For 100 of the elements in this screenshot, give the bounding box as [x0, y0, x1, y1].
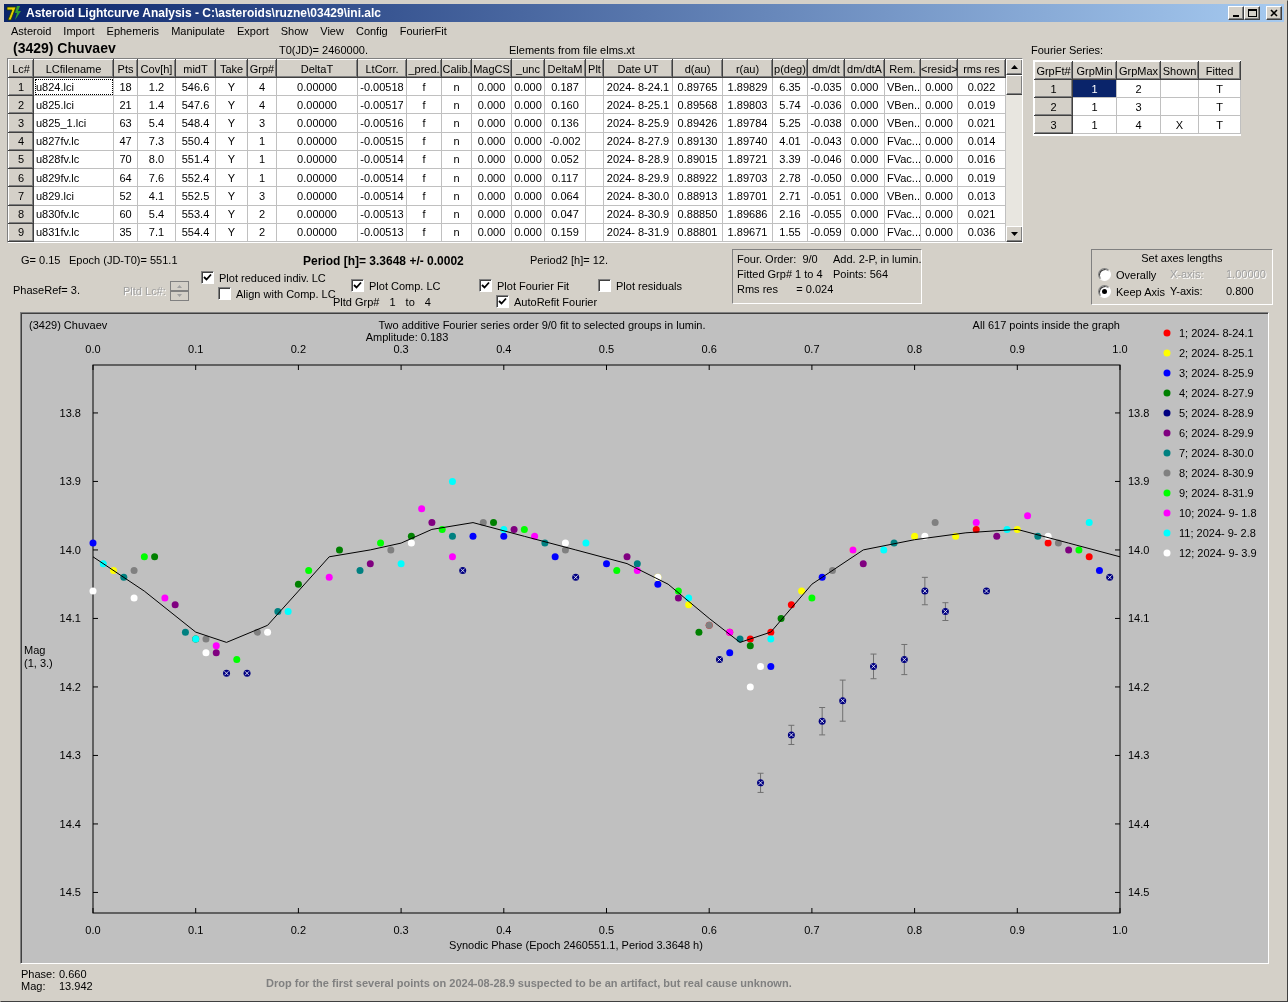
- data-point: [1024, 512, 1032, 520]
- scroll-down-icon[interactable]: [1011, 232, 1018, 236]
- column-header[interactable]: dm/dt: [807, 59, 845, 78]
- points-note: All 617 points inside the graph: [972, 319, 1120, 331]
- column-header[interactable]: _unc: [511, 59, 545, 78]
- data-point: [428, 519, 436, 527]
- menu-item[interactable]: Asteroid: [5, 25, 58, 37]
- menu-item[interactable]: Show: [274, 25, 315, 37]
- column-header[interactable]: p(deg): [772, 59, 808, 78]
- data-point: [1013, 525, 1021, 533]
- column-header[interactable]: Shown: [1160, 61, 1199, 80]
- period-value: Period [h]= 3.3648 +/- 0.0002: [303, 254, 465, 268]
- checkbox[interactable]: Plot residuals: [598, 279, 708, 292]
- column-header[interactable]: MagCS: [471, 59, 512, 78]
- legend-label: 10; 2024- 9- 1.8: [1179, 506, 1257, 519]
- column-header[interactable]: Rem.: [884, 59, 921, 78]
- legend-label: 8; 2024- 8-30.9: [1179, 466, 1254, 479]
- data-point: [510, 525, 518, 533]
- amplitude-label: Amplitude: 0.183: [365, 331, 449, 343]
- fit-info-text: Points: 564: [833, 268, 890, 280]
- x-tick-label: 0.8: [906, 924, 923, 936]
- data-point: [1085, 553, 1093, 561]
- maximize-button[interactable]: [1244, 6, 1260, 20]
- column-header[interactable]: r(au): [722, 59, 773, 78]
- column-header[interactable]: LtCorr.: [357, 59, 407, 78]
- maximize-icon: [1247, 8, 1257, 18]
- data-point: [911, 532, 919, 540]
- error-bar: [921, 576, 929, 606]
- check-icon: [203, 273, 212, 282]
- data-point: [757, 662, 765, 670]
- column-header[interactable]: <resid>: [920, 59, 958, 78]
- y-tick-label: 13.9: [1128, 475, 1150, 488]
- data-point: [983, 587, 990, 595]
- scroll-thumb[interactable]: [1006, 75, 1022, 95]
- checkbox[interactable]: AutoRefit Fourier: [496, 295, 598, 308]
- column-header[interactable]: Cov[h]: [137, 59, 176, 78]
- column-header[interactable]: d(au): [672, 59, 723, 78]
- menu-item[interactable]: FourierFit: [393, 25, 453, 37]
- data-point: [952, 532, 960, 540]
- x-tick-label: 0.6: [701, 343, 717, 355]
- data-point: [746, 683, 754, 691]
- menu-item[interactable]: Import: [57, 25, 101, 37]
- data-point: [941, 608, 949, 616]
- data-point: [171, 601, 179, 609]
- data-point: [828, 567, 836, 574]
- axis-label: Y-axis:: [1170, 285, 1204, 298]
- data-point: [387, 546, 395, 554]
- data-point: [120, 573, 128, 581]
- spinner-icon[interactable]: [169, 281, 189, 301]
- column-header[interactable]: Take: [215, 59, 248, 78]
- x-tick-label: 0.4: [496, 924, 512, 936]
- column-header[interactable]: Date UT: [603, 59, 673, 78]
- checkbox[interactable]: Plot Comp. LC: [351, 279, 479, 292]
- menu-item[interactable]: Config: [349, 25, 394, 37]
- data-point: [110, 567, 118, 574]
- column-header[interactable]: LCfilename: [33, 59, 114, 78]
- column-header[interactable]: midT: [175, 59, 216, 78]
- column-header[interactable]: DeltaM: [544, 59, 586, 78]
- column-header[interactable]: GrpFt#: [1034, 61, 1073, 80]
- column-header[interactable]: Fitted: [1198, 61, 1241, 80]
- data-point: [459, 567, 467, 574]
- app-icon: [6, 5, 22, 21]
- column-header[interactable]: Pts: [113, 59, 138, 78]
- g-value: G= 0.15: [21, 254, 62, 268]
- legend-label: 2; 2024- 8-25.1: [1179, 346, 1254, 359]
- menu-item[interactable]: View: [314, 25, 350, 37]
- menu-item[interactable]: Manipulate: [165, 25, 231, 37]
- scroll-up-icon[interactable]: [1011, 65, 1018, 69]
- legend-label: 4; 2024- 8-27.9: [1179, 386, 1254, 399]
- data-point: [736, 635, 744, 643]
- column-header[interactable]: GrpMax: [1116, 61, 1161, 80]
- menu-item[interactable]: Ephemeris: [100, 25, 166, 37]
- legend-label: 6; 2024- 8-29.9: [1179, 426, 1254, 439]
- column-header[interactable]: Grp#: [247, 59, 277, 78]
- checkbox[interactable]: Plot reduced indiv. LC: [201, 271, 351, 284]
- data-point: [931, 519, 939, 527]
- column-header[interactable]: Lc#: [8, 59, 34, 78]
- vertical-scrollbar[interactable]: [1006, 59, 1022, 242]
- x-tick-label: 0.2: [290, 343, 307, 355]
- radio-button[interactable]: Overally: [1098, 268, 1170, 281]
- data-point: [284, 608, 292, 616]
- data-point: [448, 532, 456, 540]
- column-header[interactable]: Calib.: [441, 59, 472, 78]
- column-header[interactable]: rms res: [957, 59, 1006, 78]
- checkbox[interactable]: Plot Fourier Fit: [479, 279, 598, 292]
- y-tick-label: 14.5: [1128, 886, 1150, 899]
- menu-item[interactable]: Export: [230, 25, 275, 37]
- data-point: [130, 567, 138, 574]
- radio-button[interactable]: Keep Axis: [1098, 285, 1170, 298]
- close-button[interactable]: [1266, 6, 1282, 20]
- data-point: [818, 573, 826, 581]
- column-header[interactable]: dm/dtA: [844, 59, 885, 78]
- column-header[interactable]: _pred.: [406, 59, 442, 78]
- data-point: [161, 594, 169, 602]
- data-point: [1095, 567, 1103, 574]
- data-point: [880, 546, 888, 554]
- column-header[interactable]: DeltaT: [276, 59, 358, 78]
- minimize-button[interactable]: [1228, 6, 1244, 20]
- legend-label: 5; 2024- 8-28.9: [1179, 406, 1254, 419]
- column-header[interactable]: GrpMin: [1072, 61, 1117, 80]
